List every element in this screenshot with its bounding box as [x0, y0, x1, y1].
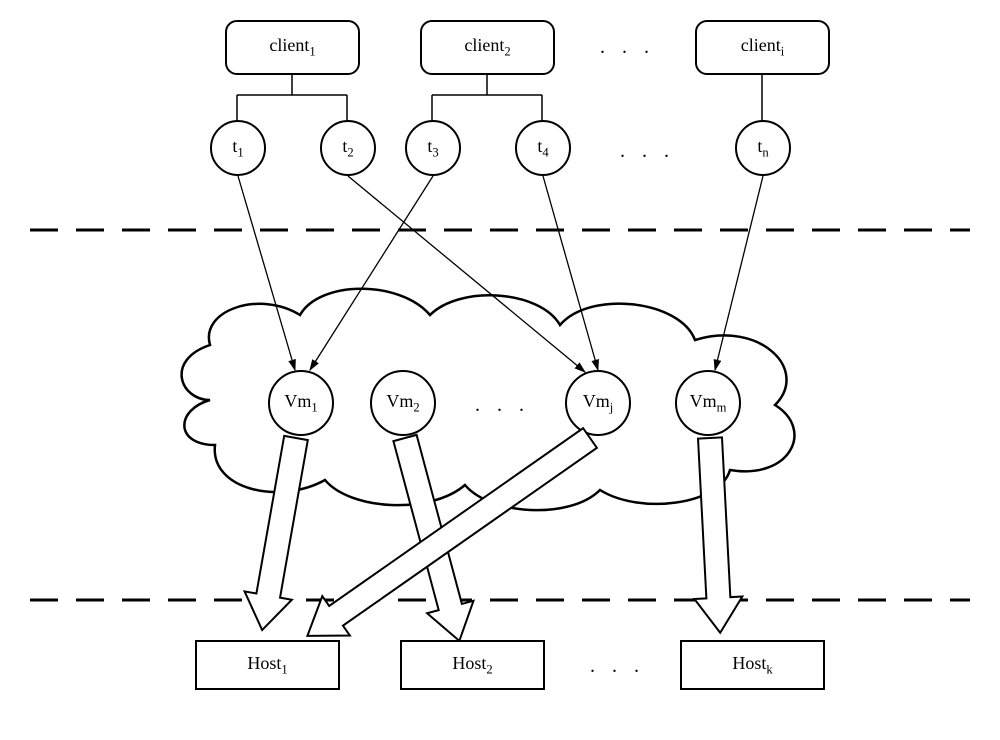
task-label: t4: [537, 136, 548, 161]
task-label: t1: [232, 136, 243, 161]
dashed-separators: [0, 0, 1000, 740]
ellipsis: . . .: [600, 36, 655, 59]
host-2: Host2: [400, 640, 545, 690]
task-t4: t4: [515, 120, 571, 176]
cloud-shape: [0, 0, 1000, 740]
vm-m: Vmm: [675, 370, 741, 436]
vm-j: Vmj: [565, 370, 631, 436]
host-k: Hostk: [680, 640, 825, 690]
client-box-2: client2: [420, 20, 555, 75]
vm-label: Vmj: [583, 391, 614, 416]
host-1: Host1: [195, 640, 340, 690]
vm-1: Vm1: [268, 370, 334, 436]
host-label: Hostk: [732, 653, 772, 678]
vm-host-block-arrows: [0, 0, 1000, 740]
client-label: clienti: [741, 35, 784, 60]
task-tn: tn: [735, 120, 791, 176]
task-vm-arrows: [0, 0, 1000, 740]
host-label: Host2: [452, 653, 492, 678]
host-label: Host1: [247, 653, 287, 678]
task-t3: t3: [405, 120, 461, 176]
vm-label: Vm1: [284, 391, 317, 416]
ellipsis: . . .: [620, 140, 675, 163]
vm-2: Vm2: [370, 370, 436, 436]
client-label: client2: [464, 35, 510, 60]
vm-label: Vm2: [386, 391, 419, 416]
ellipsis: . . .: [475, 394, 530, 417]
task-label: t3: [427, 136, 438, 161]
ellipsis: . . .: [590, 655, 645, 678]
client-box-1: client1: [225, 20, 360, 75]
task-t2: t2: [320, 120, 376, 176]
task-label: tn: [757, 136, 768, 161]
task-t1: t1: [210, 120, 266, 176]
client-box-i: clienti: [695, 20, 830, 75]
diagram-canvas: client1 client2 . . . clienti t1 t2 t3 t…: [0, 0, 1000, 740]
client-task-forks: [0, 0, 1000, 740]
vm-label: Vmm: [690, 391, 727, 416]
task-label: t2: [342, 136, 353, 161]
client-label: client1: [269, 35, 315, 60]
